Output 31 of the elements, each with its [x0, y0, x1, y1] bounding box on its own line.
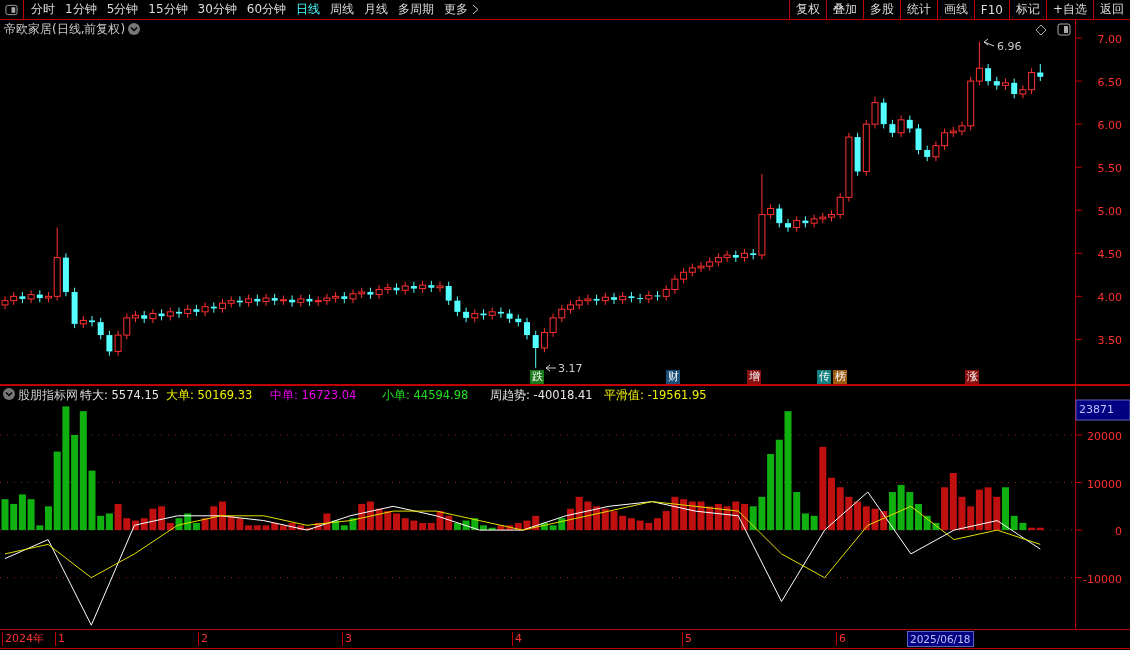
- indicator-value: 平滑值: -19561.95: [604, 388, 707, 403]
- date-axis-label: 1: [55, 632, 65, 646]
- cursor-date: 2025/06/18: [907, 631, 974, 647]
- price-axis-label: 6.00: [1097, 119, 1122, 133]
- indicator-name: 股朋指标网: [18, 387, 78, 404]
- price-axis-label: 5.50: [1097, 162, 1122, 176]
- date-axis-label: 2: [198, 632, 208, 646]
- chart-title: 帝欧家居(日线,前复权): [4, 22, 126, 36]
- indicator-value: 周趋势: -40018.41: [490, 388, 593, 403]
- indicator-axis-label: -10000: [1083, 572, 1122, 586]
- indicator-value: 特大: 5574.15: [80, 388, 160, 403]
- price-axis-label: 3.50: [1097, 334, 1122, 348]
- date-axis-label: 4: [512, 632, 522, 646]
- indicator-value: 大单: 50169.33: [166, 388, 253, 403]
- low-price-label: 3.17: [558, 362, 583, 375]
- indicator-axis-label: 10000: [1087, 477, 1122, 491]
- indicator-axis-label: 0: [1115, 525, 1122, 539]
- high-price-label: 6.96: [997, 40, 1022, 53]
- indicator-value: 中单: 16723.04: [270, 388, 357, 403]
- indicator-axis-label: 20000: [1087, 429, 1122, 443]
- price-axis-label: 6.50: [1097, 76, 1122, 90]
- date-axis-label: 5: [682, 632, 692, 646]
- price-axis-label: 4.00: [1097, 291, 1122, 305]
- date-axis-label: 6: [836, 632, 846, 646]
- indicator-value: 小单: 44594.98: [382, 388, 469, 403]
- price-axis-label: 5.00: [1097, 205, 1122, 219]
- date-axis-label: 3: [342, 632, 352, 646]
- current-value: 23871: [1079, 403, 1114, 416]
- price-axis-label: 4.50: [1097, 248, 1122, 262]
- price-axis-label: 7.00: [1097, 33, 1122, 47]
- date-axis-label: 2024年: [2, 632, 44, 646]
